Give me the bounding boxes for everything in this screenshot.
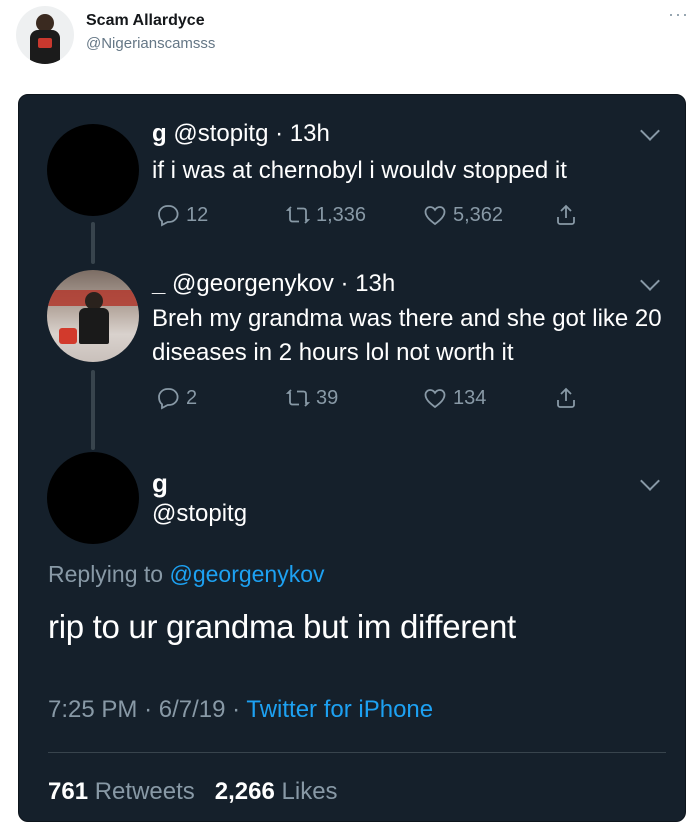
main-tweet-text: rip to ur grandma but im different (48, 608, 516, 645)
tweet-1-name[interactable]: g (152, 120, 167, 147)
divider (48, 752, 666, 753)
tweet-2-name[interactable]: _ (152, 270, 165, 297)
thread-connector (91, 222, 95, 264)
like-button[interactable]: 5,362 (423, 203, 503, 227)
share-button[interactable] (554, 203, 578, 227)
reply-count: 2 (186, 386, 198, 409)
tweet-source-link[interactable]: Twitter for iPhone (246, 696, 433, 723)
outer-avatar[interactable] (16, 6, 74, 64)
likes-label[interactable]: Likes (282, 778, 338, 805)
more-options-icon[interactable]: ··· (668, 4, 689, 25)
tweet-2-header: _ @georgenykov · 13h (152, 270, 395, 298)
reply-count: 12 (186, 203, 209, 226)
thread-connector (91, 370, 95, 450)
reply-button[interactable]: 12 (156, 203, 208, 227)
retweet-count: 39 (316, 386, 339, 409)
retweet-count: 1,336 (316, 203, 367, 226)
replying-to: Replying to @georgenykov (48, 561, 325, 588)
avatar-georgenykov[interactable] (47, 270, 139, 362)
separator: · (275, 120, 284, 147)
avatar-stopitg-main[interactable] (47, 452, 139, 544)
avatar-stopitg[interactable] (47, 124, 139, 216)
avatar-shirt-logo (38, 38, 52, 48)
tweet-1-time[interactable]: 13h (290, 120, 330, 147)
separator: · (144, 696, 153, 723)
tweet-1-header: g @stopitg · 13h (152, 120, 330, 148)
tweet-timestamp: 7:25 PM · 6/7/19 · Twitter for iPhone (48, 696, 433, 724)
photo-person-body (79, 308, 109, 344)
photo-cart (59, 328, 77, 344)
replying-to-link[interactable]: @georgenykov (169, 561, 324, 587)
retweet-icon (286, 389, 310, 407)
likes-count[interactable]: 2,266 (215, 778, 275, 805)
tweet-1-text: if i was at chernobyl i wouldv stopped i… (152, 157, 567, 184)
like-count: 5,362 (453, 203, 504, 226)
main-tweet-name[interactable]: g (152, 468, 168, 499)
main-tweet-handle[interactable]: @stopitg (152, 500, 247, 528)
tweet-2-text: Breh my grandma was there and she got li… (152, 305, 662, 366)
tweet-stats: 761 Retweets 2,266 Likes (48, 778, 338, 806)
like-count: 134 (453, 386, 487, 409)
share-icon (557, 387, 575, 408)
like-button[interactable]: 134 (423, 386, 486, 410)
retweets-label[interactable]: Retweets (95, 778, 195, 805)
retweet-button[interactable]: 39 (286, 386, 338, 410)
tweet-2-handle[interactable]: @georgenykov (172, 270, 334, 297)
share-icon (557, 204, 575, 225)
outer-handle[interactable]: @Nigerianscamsss (86, 35, 215, 52)
separator: · (232, 696, 241, 723)
reply-icon (158, 388, 179, 410)
outer-display-name[interactable]: Scam Allardyce (86, 12, 205, 30)
retweet-button[interactable]: 1,336 (286, 203, 366, 227)
tweet-date[interactable]: 6/7/19 (159, 696, 226, 723)
heart-icon (424, 389, 446, 409)
retweet-icon (286, 206, 310, 224)
replying-prefix: Replying to (48, 561, 164, 587)
heart-icon (424, 206, 446, 226)
tweet-1-handle[interactable]: @stopitg (173, 120, 268, 147)
tweet-2-time[interactable]: 13h (355, 270, 395, 297)
separator: · (340, 270, 349, 297)
share-button[interactable] (554, 386, 578, 410)
reply-icon (158, 205, 179, 227)
reply-button[interactable]: 2 (156, 386, 197, 410)
retweets-count[interactable]: 761 (48, 778, 88, 805)
tweet-time[interactable]: 7:25 PM (48, 696, 137, 723)
